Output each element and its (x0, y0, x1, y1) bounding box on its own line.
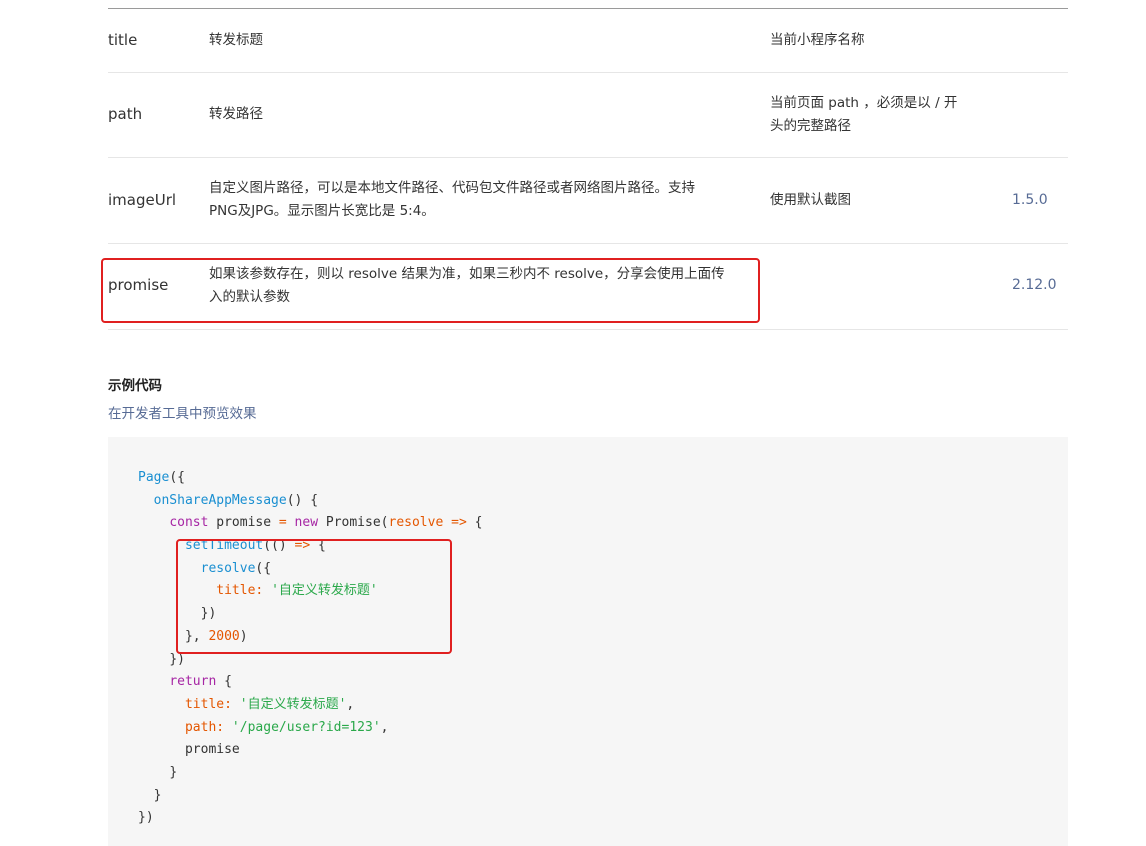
code-token: ) (239, 628, 248, 644)
code-token: '自定义转发标题' (263, 583, 378, 599)
code-line: }) (138, 807, 482, 830)
param-name: imageUrl (108, 191, 177, 209)
code-line: resolve({ (138, 558, 482, 581)
code-token: onShareAppMessage (153, 492, 287, 508)
code-token: => (286, 538, 311, 554)
code-token: '/page/user?id=123' (224, 719, 381, 735)
code-line: const promise = new Promise(resolve => { (138, 512, 482, 535)
code-line: return { (138, 671, 482, 694)
code-token: promise (208, 515, 279, 531)
code-token: } (153, 787, 162, 803)
code-token: , (380, 719, 389, 735)
code-token: () { (286, 492, 319, 508)
table-row: imageUrl 自定义图片路径，可以是本地文件路径、代码包文件路径或者网络图片… (108, 158, 1068, 244)
param-name: title (108, 31, 138, 49)
code-token: setTimeout (184, 538, 264, 554)
param-desc: 转发路径 (209, 106, 263, 122)
code-line: } (138, 762, 482, 785)
code-line: }) (138, 603, 482, 626)
code-token: promise (184, 742, 240, 758)
code-text: Page({ onShareAppMessage() { const promi… (138, 467, 482, 830)
code-token: resolve (200, 560, 256, 576)
code-line: }, 2000) (138, 626, 482, 649)
code-token: Promise( (318, 515, 389, 531)
table-row: title 转发标题 当前小程序名称 (108, 9, 1068, 73)
table-row: promise 如果该参数存在，则以 resolve 结果为准，如果三秒内不 r… (108, 244, 1068, 330)
code-token: }, (184, 628, 209, 644)
param-default: 使用默认截图 (770, 192, 851, 208)
preview-in-devtools-link[interactable]: 在开发者工具中预览效果 (108, 402, 257, 422)
code-line: }) (138, 649, 482, 672)
code-block: Page({ onShareAppMessage() { const promi… (108, 437, 1068, 846)
code-token: { (310, 538, 326, 554)
code-line: setTimeout(() => { (138, 535, 482, 558)
code-line: title: '自定义转发标题' (138, 580, 482, 603)
code-line: title: '自定义转发标题', (138, 694, 482, 717)
code-token: 2000 (208, 628, 240, 644)
param-desc: 转发标题 (209, 32, 263, 48)
param-desc: 自定义图片路径，可以是本地文件路径、代码包文件路径或者网络图片路径。支持PNG及… (209, 180, 695, 219)
code-token: Page (138, 470, 170, 485)
section-title: 示例代码 (108, 378, 162, 394)
code-token: }) (200, 606, 217, 622)
code-line: onShareAppMessage() { (138, 490, 482, 513)
code-token: => (443, 515, 467, 531)
code-token: new (286, 515, 319, 531)
code-token: return (169, 674, 217, 690)
code-line: Page({ (138, 467, 482, 490)
code-token: ({ (169, 470, 185, 485)
code-line: promise (138, 739, 482, 762)
code-token: path: (184, 719, 225, 735)
code-token: title: (216, 583, 264, 599)
param-default: 当前小程序名称 (770, 32, 865, 48)
param-name: path (108, 105, 143, 123)
code-token: '自定义转发标题' (231, 696, 347, 712)
table-row: path 转发路径 当前页面 path ，必须是以 / 开头的完整路径 (108, 73, 1068, 158)
code-token: { (216, 674, 232, 690)
code-token: = (278, 515, 287, 531)
code-token: }) (169, 651, 185, 667)
code-token: title: (184, 696, 232, 712)
param-desc: 如果该参数存在，则以 resolve 结果为准，如果三秒内不 resolve，分… (209, 266, 725, 305)
param-version: 2.12.0 (1012, 277, 1057, 293)
param-version: 1.5.0 (1012, 192, 1048, 208)
code-token: const (169, 515, 209, 531)
code-token: , (346, 696, 355, 712)
code-token: ({ (255, 560, 272, 576)
param-name: promise (108, 276, 169, 294)
code-token: resolve (388, 515, 444, 531)
code-token: { (466, 515, 483, 531)
code-token: } (169, 764, 178, 780)
code-token: }) (138, 810, 154, 826)
code-line: path: '/page/user?id=123', (138, 717, 482, 740)
code-line: } (138, 785, 482, 808)
param-default: 当前页面 path ，必须是以 / 开头的完整路径 (770, 95, 958, 134)
code-token: (() (263, 538, 287, 554)
